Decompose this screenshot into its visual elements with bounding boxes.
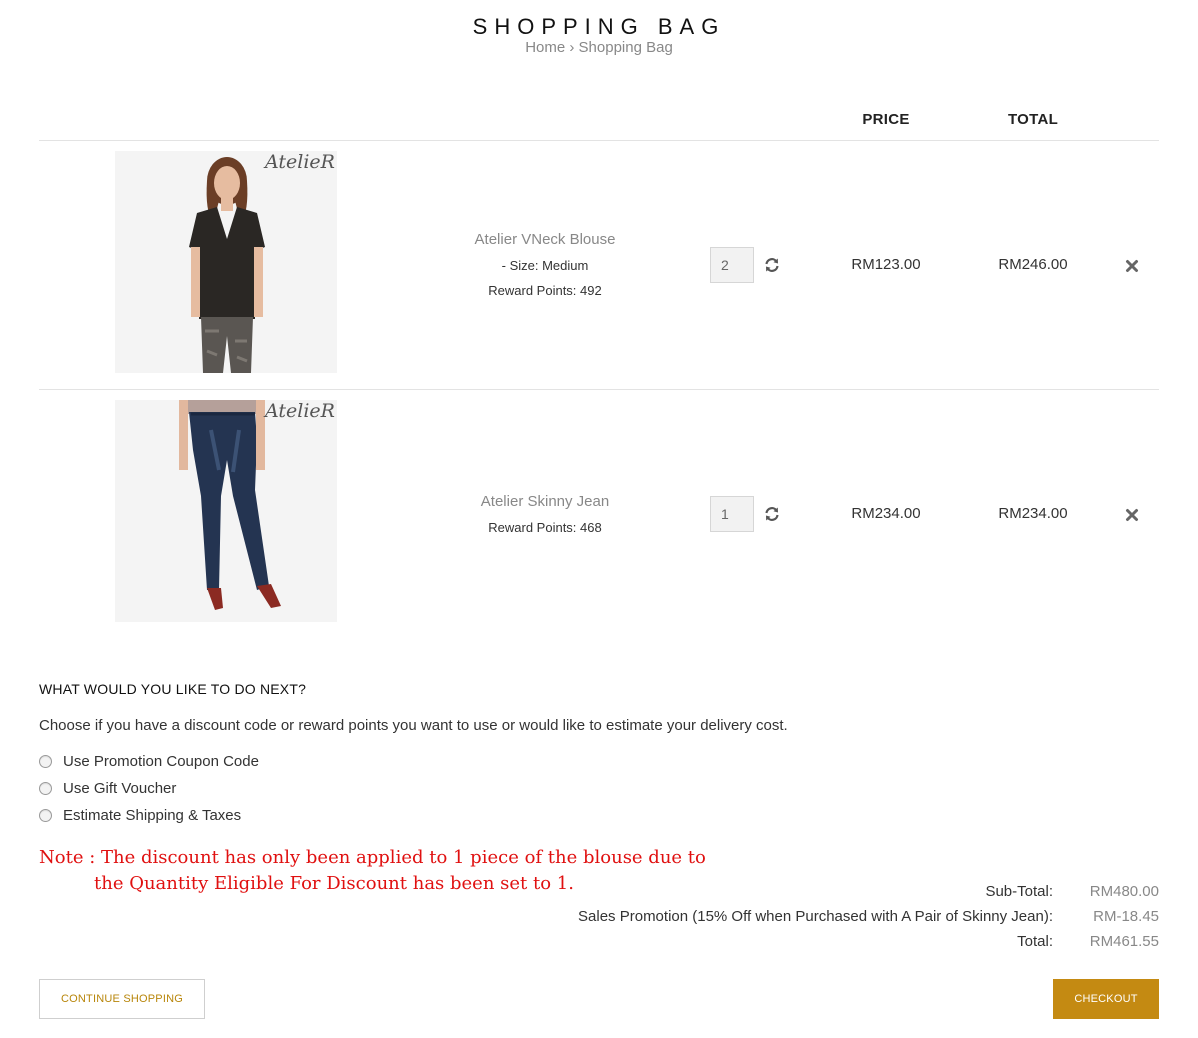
brand-logo: AtelieR	[265, 400, 335, 422]
breadcrumb-current: Shopping Bag	[578, 39, 673, 56]
option-coupon-code[interactable]: Use Promotion Coupon Code	[39, 753, 259, 770]
note-line-1: Note : The discount has only been applie…	[39, 847, 706, 868]
note-line-2: the Quantity Eligible For Discount has b…	[94, 873, 574, 894]
option-label: Use Gift Voucher	[63, 780, 177, 797]
item-price: RM123.00	[851, 256, 921, 273]
discount-note: Note : The discount has only been applie…	[39, 845, 706, 897]
remove-icon[interactable]	[1125, 508, 1139, 522]
item-total: RM234.00	[998, 505, 1068, 522]
blouse-model-image	[189, 157, 265, 373]
item-total: RM246.00	[998, 256, 1068, 273]
breadcrumb-separator: ›	[569, 39, 575, 56]
product-reward-points: Reward Points: 492	[488, 283, 602, 298]
product-size: - Size: Medium	[501, 258, 589, 273]
remove-icon[interactable]	[1125, 259, 1139, 273]
divider	[39, 389, 1159, 390]
jeans-model-image	[179, 400, 281, 610]
subtotal-value: RM480.00	[1089, 883, 1159, 900]
refresh-icon[interactable]	[764, 506, 780, 522]
divider	[39, 140, 1159, 141]
product-name-link[interactable]: Atelier VNeck Blouse	[415, 231, 675, 248]
continue-shopping-button[interactable]: CONTINUE SHOPPING	[39, 979, 205, 1019]
brand-logo: AtelieR	[265, 151, 335, 173]
option-estimate-shipping[interactable]: Estimate Shipping & Taxes	[39, 807, 241, 824]
radio-button[interactable]	[39, 755, 52, 768]
breadcrumb: Home › Shopping Bag	[0, 39, 1198, 56]
radio-button[interactable]	[39, 782, 52, 795]
total-value: RM461.55	[1089, 933, 1159, 950]
section-heading-next: WHAT WOULD YOU LIKE TO DO NEXT?	[39, 681, 307, 697]
product-image-blouse[interactable]: AtelieR	[115, 151, 337, 373]
promotion-value: RM-18.45	[1093, 908, 1159, 925]
quantity-input[interactable]: 1	[710, 496, 754, 532]
breadcrumb-home-link[interactable]: Home	[525, 39, 565, 56]
column-header-price: PRICE	[862, 111, 910, 128]
refresh-icon[interactable]	[764, 257, 780, 273]
column-header-total: TOTAL	[1007, 111, 1059, 128]
quantity-input[interactable]: 2	[710, 247, 754, 283]
section-description: Choose if you have a discount code or re…	[39, 717, 788, 734]
total-label: Total:	[1017, 933, 1053, 950]
promotion-label: Sales Promotion (15% Off when Purchased …	[578, 908, 1053, 925]
product-image-jeans[interactable]: AtelieR	[115, 400, 337, 622]
product-reward-points: Reward Points: 468	[488, 520, 602, 535]
product-name-link[interactable]: Atelier Skinny Jean	[415, 493, 675, 510]
checkout-button[interactable]: CHECKOUT	[1053, 979, 1159, 1019]
option-label: Estimate Shipping & Taxes	[63, 807, 242, 824]
page-title: SHOPPING BAG	[472, 14, 726, 39]
subtotal-label: Sub-Total:	[985, 883, 1053, 900]
item-price: RM234.00	[851, 505, 921, 522]
option-label: Use Promotion Coupon Code	[63, 753, 259, 770]
radio-button[interactable]	[39, 809, 52, 822]
option-gift-voucher[interactable]: Use Gift Voucher	[39, 780, 176, 797]
